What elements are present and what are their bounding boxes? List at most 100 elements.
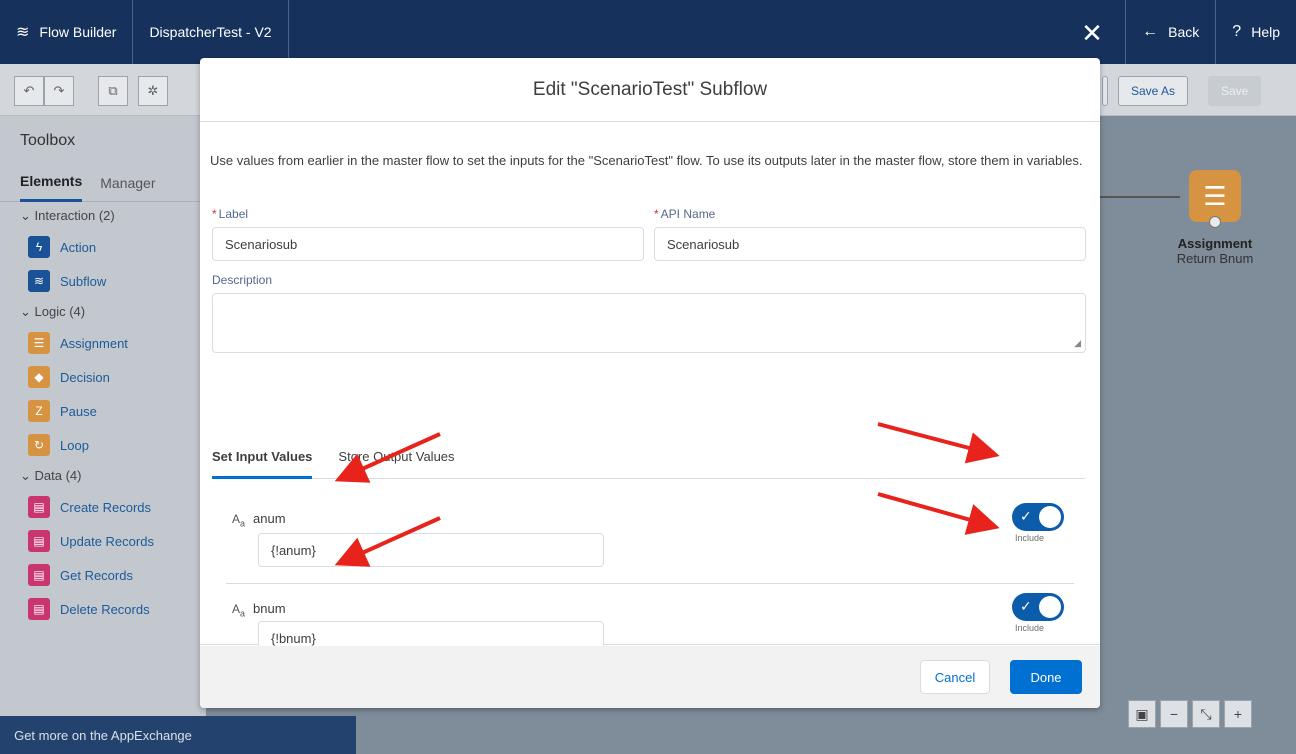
toolbox-item[interactable]: ▤ Create Records	[0, 490, 206, 524]
toolbox-item-label: Subflow	[60, 273, 107, 289]
check-icon: ✓	[1020, 508, 1032, 524]
toolbox-item[interactable]: ≋ Subflow	[0, 264, 206, 298]
connector-handle[interactable]	[1209, 216, 1221, 228]
arrow-left-icon: ←	[1142, 23, 1159, 40]
delete-records-icon: ▤	[28, 598, 50, 620]
app-launcher[interactable]: ≋ Flow Builder	[0, 0, 134, 64]
close-icon[interactable]: ✕	[1080, 18, 1104, 48]
subflow-icon: ≋	[28, 270, 50, 292]
zoom-in-icon[interactable]: +	[1224, 700, 1252, 728]
required-marker: *	[212, 207, 217, 221]
back-label: Back	[1168, 24, 1200, 40]
toolbox-sections: ⌄ Interaction (2) ϟ Action ≋ Subflow ⌄ Logic …	[0, 202, 206, 626]
section-label: Data (4)	[34, 468, 82, 483]
check-icon: ✓	[1020, 598, 1032, 614]
fit-view-icon[interactable]: ⤡	[1192, 700, 1220, 728]
chevron-down-icon: ⌄	[20, 208, 35, 223]
save-button[interactable]: Save	[1208, 76, 1262, 106]
subflow-modal: Edit "ScenarioTest" Subflow Use values f…	[200, 58, 1100, 708]
gear-icon[interactable]: ✲	[138, 76, 168, 106]
modal-title: Edit "ScenarioTest" Subflow	[200, 58, 1100, 122]
lightning-icon: ϟ	[28, 236, 50, 258]
variable-name: Aa bnum	[232, 601, 286, 619]
modal-intro-text: Use values from earlier in the master fl…	[210, 153, 1083, 168]
get-records-icon: ▤	[28, 564, 50, 586]
help-button[interactable]: ? Help	[1215, 0, 1296, 64]
anum-value-input[interactable]: {!anum}	[258, 533, 604, 567]
assignment-icon: ☰	[1189, 170, 1241, 228]
required-marker: *	[654, 207, 659, 221]
text-type-icon: Aa	[232, 602, 246, 619]
tab-store-output-values[interactable]: Store Output Values	[338, 441, 454, 479]
redo-icon[interactable]: ↷	[44, 76, 74, 106]
text-type-icon: Aa	[232, 512, 246, 529]
toolbox-item-label: Get Records	[60, 567, 133, 583]
tab-manager[interactable]: Manager	[100, 165, 155, 201]
canvas-assignment-node[interactable]: ☰ Assignment Return Bnum	[1160, 170, 1270, 266]
app-name: Flow Builder	[39, 24, 117, 40]
hidden-toolbar-button[interactable]	[1102, 76, 1108, 106]
toolbox-item-label: Loop	[60, 437, 89, 453]
variable-name: Aa anum	[232, 511, 286, 529]
modal-footer: Cancel Done	[200, 646, 1100, 708]
row-divider	[226, 583, 1074, 584]
toolbox-item[interactable]: ▤ Update Records	[0, 524, 206, 558]
done-button[interactable]: Done	[1010, 660, 1082, 694]
section-label: Logic (4)	[34, 304, 86, 319]
section-label: Interaction (2)	[34, 208, 115, 223]
toolbox-item-label: Pause	[60, 403, 97, 419]
label-input[interactable]: Scenariosub	[212, 227, 644, 261]
help-icon: ?	[1232, 23, 1242, 40]
toolbox-item[interactable]: ◆ Decision	[0, 360, 206, 394]
label-field-label: * Label	[212, 207, 249, 221]
cancel-button[interactable]: Cancel	[920, 660, 990, 694]
toolbox-item[interactable]: ϟ Action	[0, 230, 206, 264]
toolbox-item[interactable]: ▤ Delete Records	[0, 592, 206, 626]
save-as-button[interactable]: Save As	[1118, 76, 1189, 106]
toolbox-item-label: Assignment	[60, 335, 128, 351]
flow-name: DispatcherTest - V2	[133, 0, 289, 64]
toolbox-item[interactable]: Z Pause	[0, 394, 206, 428]
toolbox-section-header[interactable]: ⌄ Logic (4)	[0, 298, 206, 326]
update-records-icon: ▤	[28, 530, 50, 552]
copy-icon[interactable]: ⧉	[98, 76, 128, 106]
toolbox-item-label: Update Records	[60, 533, 154, 549]
loop-icon: ↻	[28, 434, 50, 456]
assignment-icon: ☰	[28, 332, 50, 354]
toolbox-panel: Toolbox Elements Manager ⌄ Interaction (…	[0, 116, 206, 716]
toolbox-item-label: Delete Records	[60, 601, 150, 617]
tab-elements[interactable]: Elements	[20, 163, 83, 202]
include-label: Include	[1015, 533, 1045, 543]
include-toggle[interactable]: ✓	[1012, 593, 1064, 621]
toolbox-item-label: Create Records	[60, 499, 152, 515]
resize-handle-icon[interactable]: ◢	[1074, 338, 1081, 349]
assignment-node-label: Return Bnum	[1176, 251, 1254, 266]
toolbox-section-header[interactable]: ⌄ Interaction (2)	[0, 202, 206, 230]
undo-icon[interactable]: ↶	[14, 76, 44, 106]
flow-icon: ≋	[16, 24, 30, 41]
help-label: Help	[1251, 24, 1280, 40]
decision-icon: ◆	[28, 366, 50, 388]
panel-toggle-icon[interactable]: ▣	[1128, 700, 1156, 728]
toolbox-section-header[interactable]: ⌄ Data (4)	[0, 462, 206, 490]
zoom-out-icon[interactable]: −	[1160, 700, 1188, 728]
toolbox-title: Toolbox	[20, 132, 76, 149]
include-toggle[interactable]: ✓	[1012, 503, 1064, 531]
toolbox-item[interactable]: ☰ Assignment	[0, 326, 206, 360]
subflow-tabs: Set Input Values Store Output Values	[212, 441, 1085, 479]
api-name-field-label: * API Name	[654, 207, 716, 221]
description-textarea[interactable]: ◢	[212, 293, 1086, 353]
include-label: Include	[1015, 623, 1045, 633]
description-field-label: Description	[212, 273, 273, 287]
flow-name-label: DispatcherTest - V2	[149, 24, 272, 40]
back-button[interactable]: ← Back	[1125, 0, 1215, 64]
toolbox-item[interactable]: ▤ Get Records	[0, 558, 206, 592]
modal-body: Use values from earlier in the master fl…	[200, 123, 1100, 655]
toolbox-item[interactable]: ↻ Loop	[0, 428, 206, 462]
tab-set-input-values[interactable]: Set Input Values	[212, 441, 313, 479]
chevron-down-icon: ⌄	[20, 304, 35, 319]
toolbox-item-label: Action	[60, 239, 97, 255]
appexchange-link[interactable]: Get more on the AppExchange	[0, 716, 356, 754]
pause-icon: Z	[28, 400, 50, 422]
api-name-input[interactable]: Scenariosub	[654, 227, 1086, 261]
